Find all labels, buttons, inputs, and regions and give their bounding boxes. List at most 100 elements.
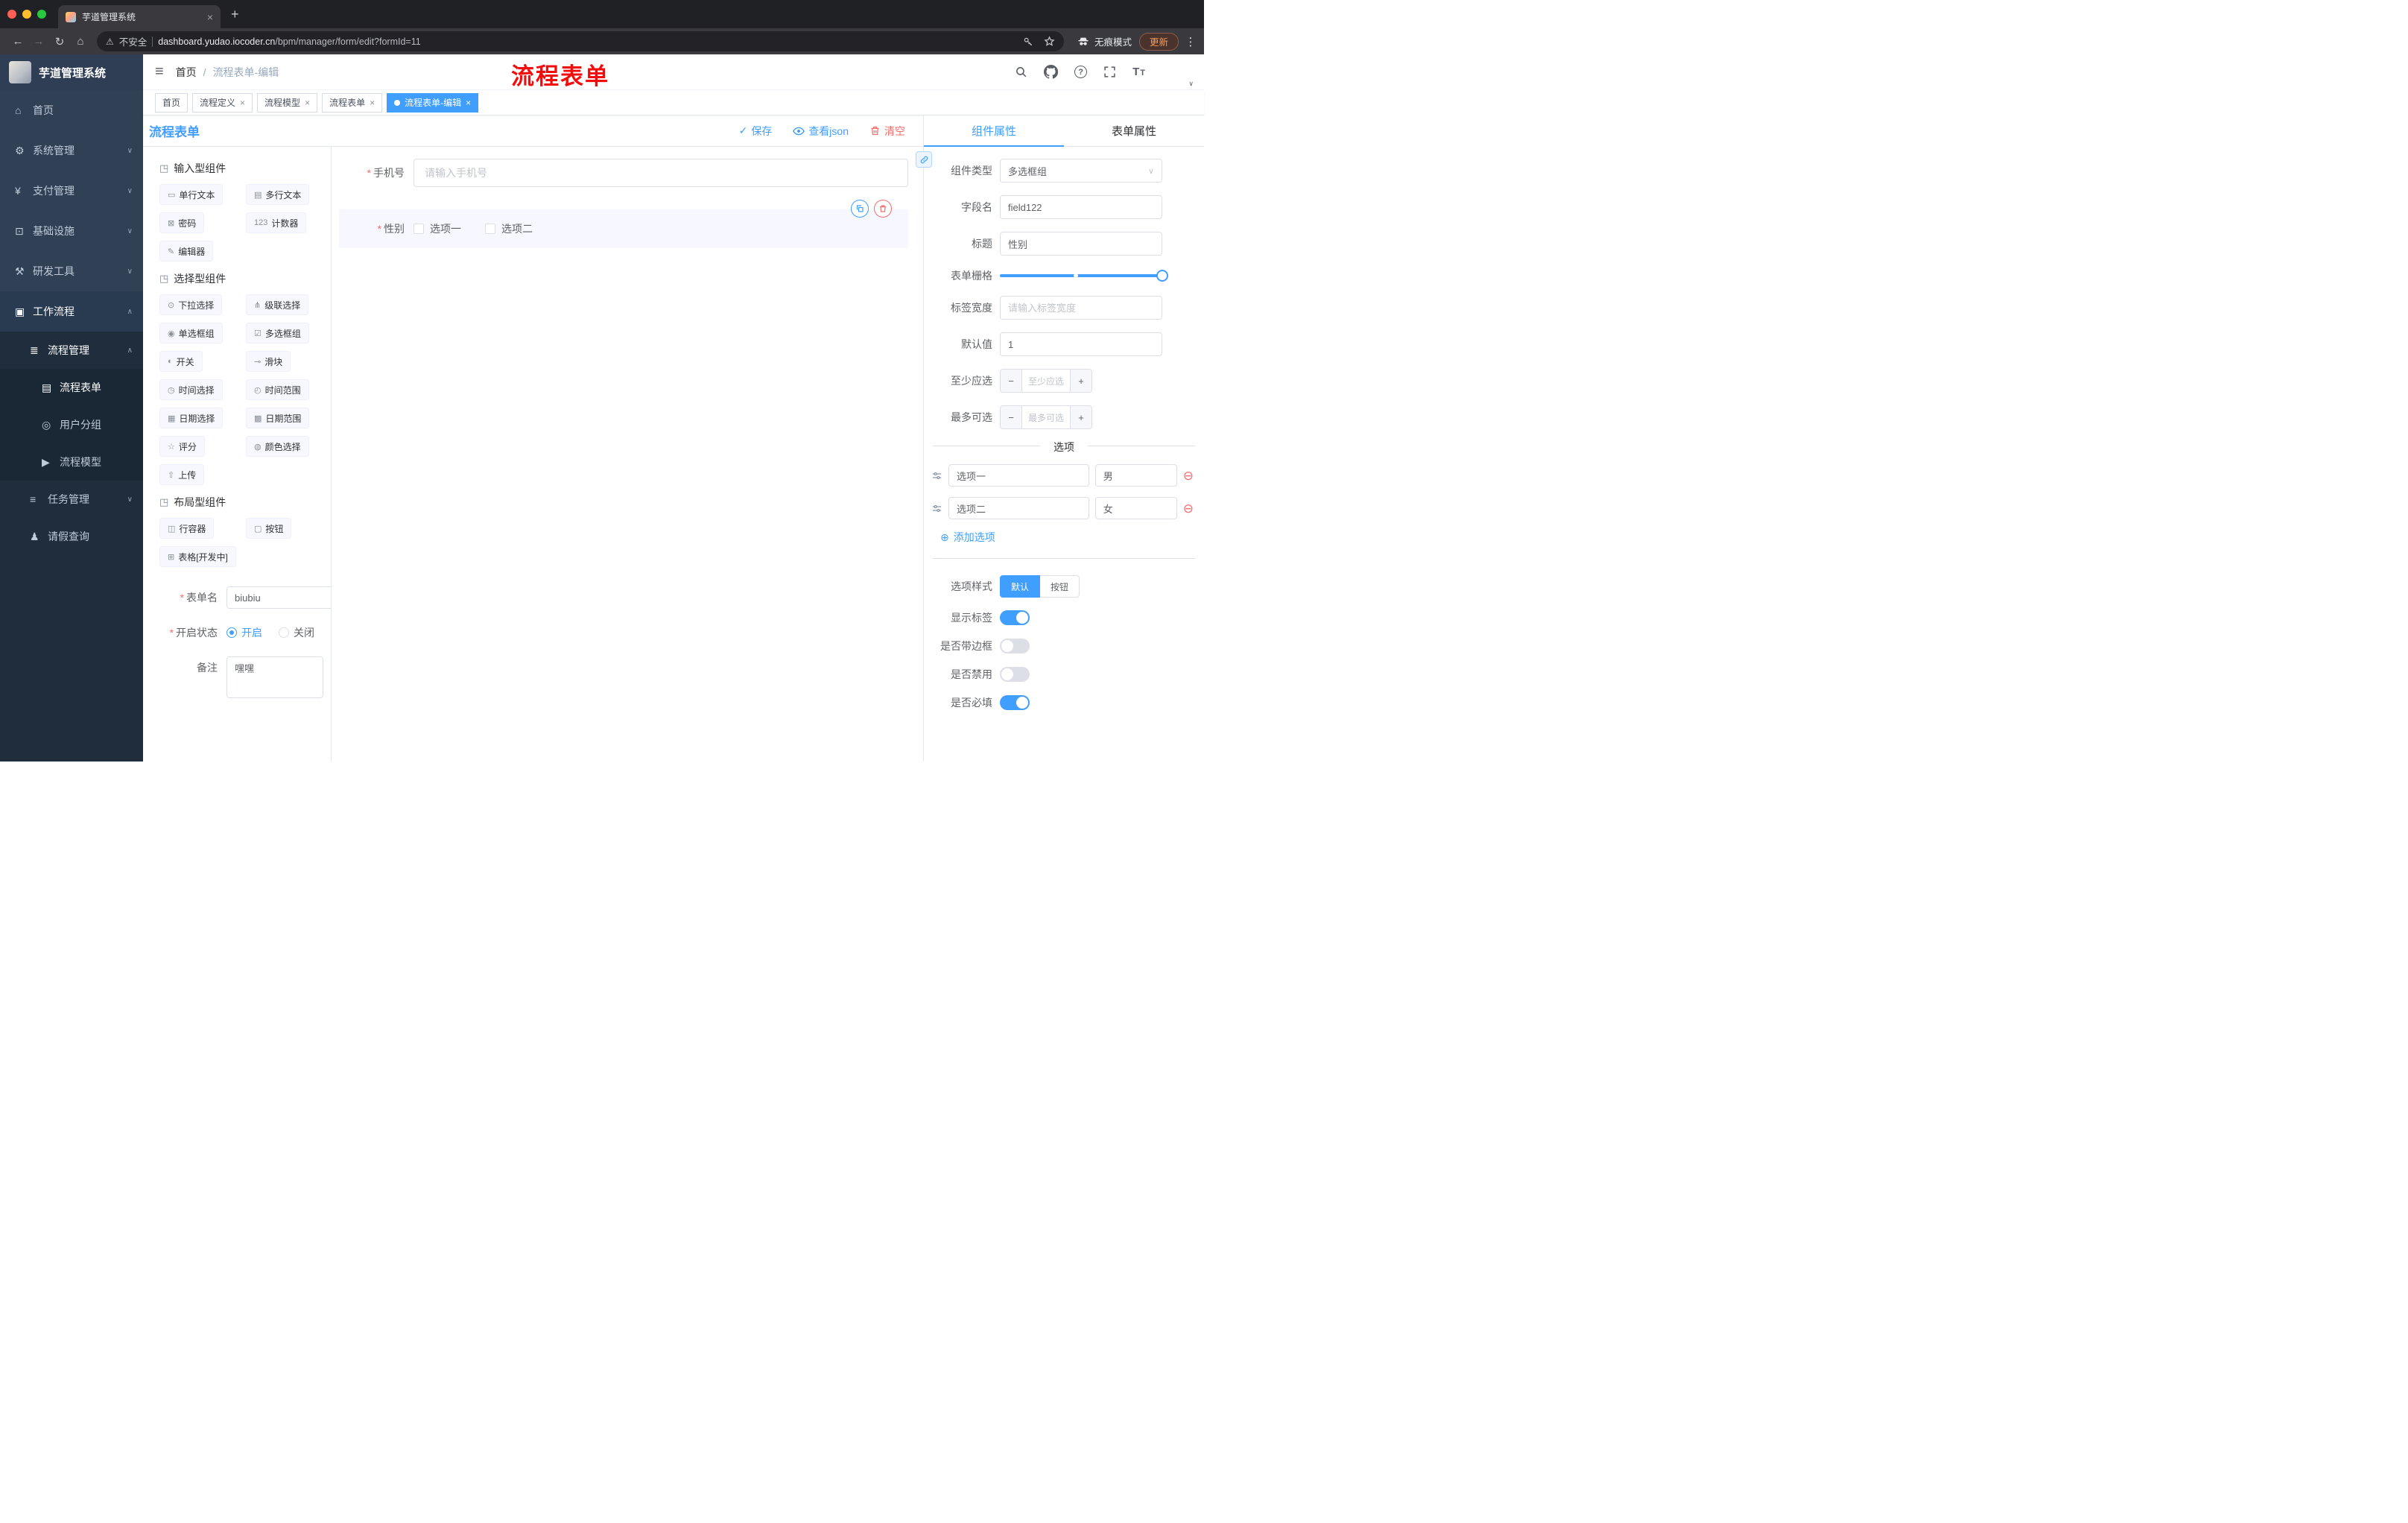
- gender-form-item-selected[interactable]: * 性别 选项一 选项二: [339, 200, 908, 248]
- sidebar-item-infrastructure[interactable]: ⊡ 基础设施 ∨: [0, 211, 143, 251]
- search-icon[interactable]: [1015, 66, 1027, 78]
- reload-icon[interactable]: ↻: [49, 35, 70, 48]
- sidebar-item-process-model[interactable]: ▶ 流程模型: [0, 443, 143, 481]
- component-color-picker[interactable]: ◍ 颜色选择: [246, 436, 309, 457]
- gender-option-2-checkbox[interactable]: 选项二: [485, 221, 533, 236]
- component-slider[interactable]: ⊸ 滑块: [246, 351, 291, 372]
- address-bar[interactable]: ⚠ 不安全 dashboard.yudao.iocoder.cn/bpm/man…: [97, 31, 1064, 51]
- sidebar-item-workflow[interactable]: ▣ 工作流程 ∧: [0, 291, 143, 332]
- component-table[interactable]: ⊞ 表格[开发中]: [159, 546, 236, 567]
- component-button[interactable]: ▢ 按钮: [246, 518, 292, 539]
- new-tab-button[interactable]: +: [231, 0, 239, 28]
- tab-form-props[interactable]: 表单属性: [1064, 115, 1204, 146]
- tab-close-icon[interactable]: ×: [207, 12, 213, 22]
- tab-component-props[interactable]: 组件属性: [924, 115, 1064, 147]
- form-name-input[interactable]: [226, 586, 331, 609]
- title-input[interactable]: [1000, 232, 1162, 256]
- remove-option-icon[interactable]: ⊖: [1183, 469, 1194, 482]
- form-canvas[interactable]: *手机号 *性别: [332, 147, 923, 762]
- drag-handle-icon[interactable]: [931, 470, 942, 481]
- gender-option-1-checkbox[interactable]: 选项一: [414, 221, 461, 236]
- view-json-button[interactable]: 查看json: [793, 124, 849, 139]
- slider-handle[interactable]: [1156, 270, 1168, 282]
- sidebar-item-process-form[interactable]: ▤ 流程表单: [0, 369, 143, 406]
- sidebar-item-system-management[interactable]: ⚙ 系统管理 ∨: [0, 130, 143, 171]
- font-size-icon[interactable]: TT: [1132, 66, 1146, 78]
- tag-process-form-edit[interactable]: 流程表单-编辑 ×: [387, 92, 479, 113]
- sidebar-item-process-management[interactable]: ≣ 流程管理 ∧: [0, 332, 143, 369]
- browser-tab[interactable]: 芋道管理系统 ×: [58, 5, 221, 28]
- option-label-input[interactable]: [948, 464, 1089, 487]
- component-date-range[interactable]: ▩ 日期范围: [246, 408, 310, 428]
- link-icon[interactable]: [916, 151, 932, 168]
- tag-close-icon[interactable]: ×: [370, 98, 375, 108]
- sidebar-item-user-group[interactable]: ◎ 用户分组: [0, 406, 143, 443]
- app-logo[interactable]: 芋道管理系统: [0, 54, 143, 90]
- component-upload[interactable]: ⇧ 上传: [159, 464, 205, 485]
- component-counter[interactable]: 123 计数器: [246, 212, 307, 233]
- component-time-picker[interactable]: ◷ 时间选择: [159, 379, 223, 400]
- style-default-button[interactable]: 默认: [1000, 575, 1041, 598]
- component-checkbox-group[interactable]: ☑ 多选框组: [246, 323, 309, 343]
- label-width-input[interactable]: [1000, 296, 1162, 320]
- component-switch[interactable]: ◐ 开关: [159, 351, 203, 372]
- style-button-button[interactable]: 按钮: [1040, 575, 1080, 598]
- phone-form-item[interactable]: * 手机号: [339, 159, 908, 187]
- component-radio-group[interactable]: ◉ 单选框组: [159, 323, 223, 343]
- avatar[interactable]: ∨: [1162, 58, 1194, 87]
- component-cascader[interactable]: ⋔ 级联选择: [246, 294, 309, 315]
- component-password[interactable]: ⊠ 密码: [159, 212, 205, 233]
- status-on-radio[interactable]: 开启: [226, 625, 262, 640]
- window-zoom-button[interactable]: [37, 10, 46, 19]
- max-select-value[interactable]: 最多可选: [1022, 406, 1070, 428]
- sidebar-item-home[interactable]: ⌂ 首页: [0, 90, 143, 130]
- form-grid-slider[interactable]: [1000, 270, 1168, 282]
- update-button[interactable]: 更新: [1138, 32, 1179, 51]
- border-switch[interactable]: [1000, 639, 1030, 653]
- tag-close-icon[interactable]: ×: [466, 98, 471, 108]
- component-single-line-text[interactable]: ▭ 单行文本: [159, 184, 224, 205]
- sidebar-item-payment-management[interactable]: ¥ 支付管理 ∨: [0, 171, 143, 211]
- component-editor[interactable]: ✎ 编辑器: [159, 241, 214, 262]
- delete-item-button[interactable]: [874, 200, 892, 218]
- back-icon[interactable]: ←: [7, 35, 28, 48]
- decrease-button[interactable]: −: [1001, 370, 1022, 392]
- decrease-button[interactable]: −: [1001, 406, 1022, 428]
- hamburger-icon[interactable]: ≡: [155, 63, 164, 80]
- min-select-value[interactable]: 至少应选: [1022, 370, 1070, 392]
- option-value-input[interactable]: [1094, 464, 1177, 487]
- component-type-select[interactable]: 多选框组 ∨: [1000, 159, 1162, 183]
- tag-close-icon[interactable]: ×: [305, 98, 310, 108]
- fullscreen-icon[interactable]: [1103, 66, 1116, 78]
- add-option-button[interactable]: ⊕ 添加选项: [940, 530, 1204, 545]
- clear-button[interactable]: 清空: [869, 124, 905, 139]
- increase-button[interactable]: +: [1070, 370, 1091, 392]
- increase-button[interactable]: +: [1070, 406, 1091, 428]
- form-remark-textarea[interactable]: 嘿嘿: [226, 656, 323, 698]
- sidebar-item-dev-tools[interactable]: ⚒ 研发工具 ∨: [0, 251, 143, 291]
- page-url[interactable]: dashboard.yudao.iocoder.cn/bpm/manager/f…: [158, 37, 420, 47]
- tag-home[interactable]: 首页: [155, 92, 188, 113]
- drag-handle-icon[interactable]: [931, 503, 942, 514]
- sidebar-item-leave-query[interactable]: ♟ 请假查询: [0, 518, 143, 555]
- disabled-switch[interactable]: [1000, 667, 1030, 682]
- option-label-input[interactable]: [948, 497, 1089, 519]
- window-close-button[interactable]: [7, 10, 16, 19]
- copy-item-button[interactable]: [851, 200, 869, 218]
- component-date-picker[interactable]: ▦ 日期选择: [159, 408, 224, 428]
- option-value-input[interactable]: [1094, 497, 1177, 519]
- component-time-range[interactable]: ◴ 时间范围: [246, 379, 309, 400]
- show-label-switch[interactable]: [1000, 610, 1030, 625]
- phone-input[interactable]: [414, 159, 908, 187]
- tag-process-model[interactable]: 流程模型 ×: [257, 92, 318, 113]
- component-row-container[interactable]: ◫ 行容器: [159, 518, 215, 539]
- window-minimize-button[interactable]: [22, 10, 31, 19]
- save-button[interactable]: ✓ 保存: [739, 124, 773, 139]
- help-icon[interactable]: ?: [1074, 66, 1088, 78]
- field-name-input[interactable]: [1000, 195, 1162, 219]
- password-key-icon[interactable]: [1023, 37, 1033, 47]
- github-icon[interactable]: [1044, 65, 1059, 79]
- default-value-input[interactable]: [1000, 332, 1162, 356]
- component-rate[interactable]: ☆ 评分: [159, 436, 205, 457]
- browser-menu-icon[interactable]: ⋮: [1185, 35, 1197, 48]
